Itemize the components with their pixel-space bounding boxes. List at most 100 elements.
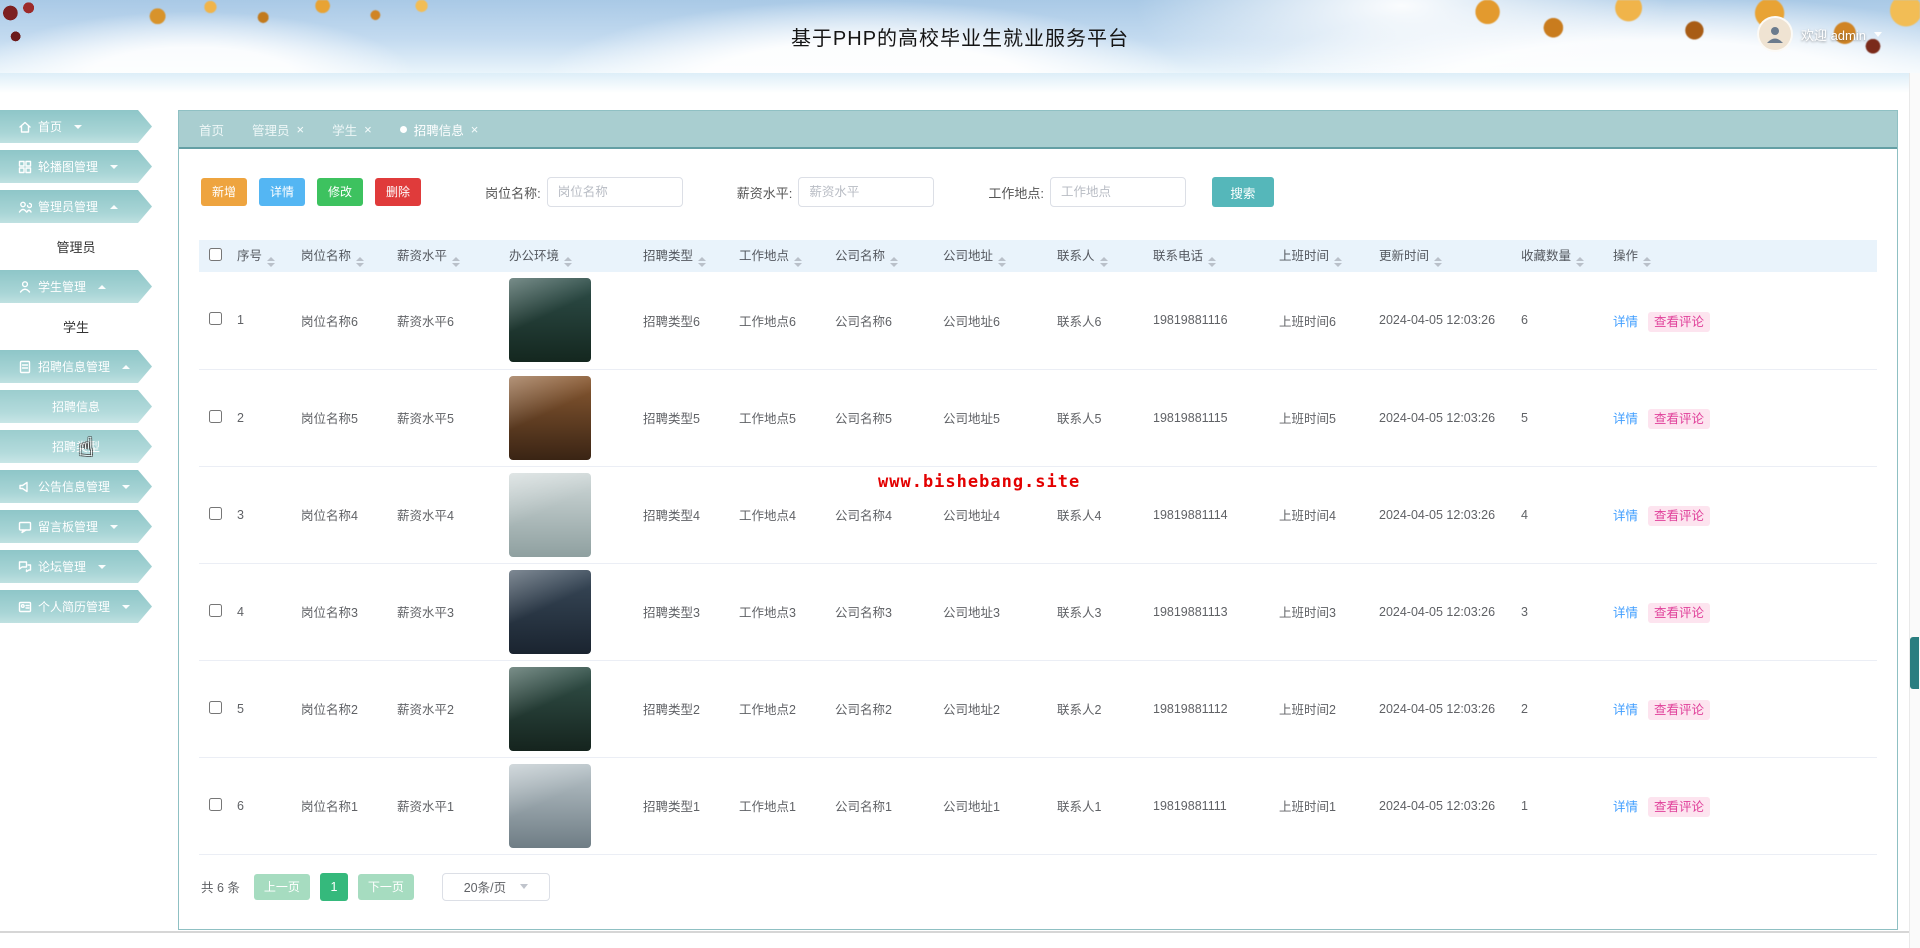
page-size-select[interactable]: 20条/页	[442, 873, 550, 901]
sidebar-subitem-job-info[interactable]: 招聘信息	[0, 390, 152, 423]
row-detail-link[interactable]: 详情	[1613, 509, 1638, 523]
select-all-checkbox[interactable]	[209, 248, 222, 261]
sort-icons[interactable]	[267, 257, 275, 267]
scrollbar-thumb[interactable]	[1910, 637, 1919, 689]
sidebar-item-carousel[interactable]: 轮播图管理	[0, 150, 152, 183]
office-photo	[509, 278, 591, 362]
sidebar-item-forum-mgmt[interactable]: 论坛管理	[0, 550, 152, 583]
tab-admin[interactable]: 管理员 ×	[252, 120, 304, 139]
sidebar-item-job-info-mgmt[interactable]: 招聘信息管理	[0, 350, 152, 383]
avatar[interactable]	[1757, 16, 1793, 52]
col-phone[interactable]: 联系电话	[1145, 240, 1271, 272]
sort-icons[interactable]	[698, 257, 706, 267]
search-button[interactable]: 搜索	[1212, 177, 1274, 207]
sidebar-item-admins[interactable]: 管理员管理	[0, 190, 152, 223]
sort-icons[interactable]	[1434, 257, 1442, 267]
chevron-down-icon	[98, 565, 106, 569]
row-comments-link[interactable]: 查看评论	[1648, 797, 1710, 817]
tab-student[interactable]: 学生 ×	[332, 120, 372, 139]
row-detail-link[interactable]: 详情	[1613, 412, 1638, 426]
edit-button[interactable]: 修改	[317, 178, 363, 206]
sidebar-item-resume-mgmt[interactable]: 个人简历管理	[0, 590, 152, 623]
row-checkbox[interactable]	[209, 798, 222, 811]
add-button[interactable]: 新增	[201, 178, 247, 206]
col-favorites[interactable]: 收藏数量	[1513, 240, 1605, 272]
close-icon[interactable]: ×	[471, 122, 479, 137]
col-index[interactable]: 序号	[229, 240, 293, 272]
detail-button[interactable]: 详情	[259, 178, 305, 206]
sort-icons[interactable]	[1334, 257, 1342, 267]
chevron-up-icon	[98, 285, 106, 289]
row-checkbox[interactable]	[209, 604, 222, 617]
cell-salary: 薪资水平3	[389, 563, 501, 660]
col-contact[interactable]: 联系人	[1049, 240, 1145, 272]
page-number-1[interactable]: 1	[320, 873, 348, 901]
salary-input[interactable]	[798, 177, 934, 207]
sidebar-subitem-admin[interactable]: 管理员	[0, 230, 152, 263]
col-actions[interactable]: 操作	[1605, 240, 1877, 272]
sort-icons[interactable]	[356, 257, 364, 267]
tab-job-info[interactable]: 招聘信息 ×	[400, 120, 479, 139]
row-detail-link[interactable]: 详情	[1613, 315, 1638, 329]
welcome-text: 欢迎 admin	[1801, 25, 1866, 44]
sidebar-item-label: 个人简历管理	[38, 598, 110, 615]
col-work-time[interactable]: 上班时间	[1271, 240, 1371, 272]
col-location[interactable]: 工作地点	[731, 240, 827, 272]
job-name-input[interactable]	[547, 177, 683, 207]
cell-address: 公司地址3	[935, 563, 1049, 660]
cell-phone: 19819881113	[1145, 563, 1271, 660]
row-checkbox[interactable]	[209, 410, 222, 423]
col-environment[interactable]: 办公环境	[501, 240, 635, 272]
sort-icons[interactable]	[1208, 257, 1216, 267]
col-job[interactable]: 岗位名称	[293, 240, 389, 272]
prev-page-button[interactable]: 上一页	[254, 874, 310, 900]
row-checkbox[interactable]	[209, 312, 222, 325]
location-input[interactable]	[1050, 177, 1186, 207]
col-salary[interactable]: 薪资水平	[389, 240, 501, 272]
sidebar-item-label: 公告信息管理	[38, 478, 110, 495]
sidebar-item-notice-mgmt[interactable]: 公告信息管理	[0, 470, 152, 503]
col-address[interactable]: 公司地址	[935, 240, 1049, 272]
next-page-button[interactable]: 下一页	[358, 874, 414, 900]
sort-icons[interactable]	[890, 257, 898, 267]
row-checkbox[interactable]	[209, 701, 222, 714]
row-comments-link[interactable]: 查看评论	[1648, 603, 1710, 623]
sort-icons[interactable]	[564, 257, 572, 267]
sort-icons[interactable]	[1643, 257, 1651, 267]
row-detail-link[interactable]: 详情	[1613, 606, 1638, 620]
col-type[interactable]: 招聘类型	[635, 240, 731, 272]
sidebar-item-message-board-mgmt[interactable]: 留言板管理	[0, 510, 152, 543]
close-icon[interactable]: ×	[364, 122, 372, 137]
sidebar-item-home[interactable]: 首页	[0, 110, 152, 143]
sidebar-subitem-student[interactable]: 学生	[0, 310, 152, 343]
scrollbar-track[interactable]	[1909, 73, 1920, 948]
sidebar-item-label: 论坛管理	[38, 558, 86, 575]
row-comments-link[interactable]: 查看评论	[1648, 409, 1710, 429]
row-comments-link[interactable]: 查看评论	[1648, 506, 1710, 526]
sort-icons[interactable]	[794, 257, 802, 267]
sort-icons[interactable]	[1576, 257, 1584, 267]
tab-home[interactable]: 首页	[199, 120, 224, 139]
user-menu[interactable]: 欢迎 admin	[1757, 16, 1882, 52]
sort-icons[interactable]	[1100, 257, 1108, 267]
row-checkbox[interactable]	[209, 507, 222, 520]
delete-button[interactable]: 删除	[375, 178, 421, 206]
col-company[interactable]: 公司名称	[827, 240, 935, 272]
sidebar-item-students[interactable]: 学生管理	[0, 270, 152, 303]
sidebar-item-label: 管理员	[56, 237, 95, 256]
sort-icons[interactable]	[452, 257, 460, 267]
cell-updated: 2024-04-05 12:03:26	[1371, 369, 1513, 466]
table-header-row: 序号 岗位名称 薪资水平 办公环境 招聘类型 工作地点 公司名称 公司地址 联系…	[199, 240, 1877, 272]
col-updated[interactable]: 更新时间	[1371, 240, 1513, 272]
row-comments-link[interactable]: 查看评论	[1648, 312, 1710, 332]
row-detail-link[interactable]: 详情	[1613, 800, 1638, 814]
search-group-salary: 薪资水平:	[737, 177, 935, 207]
row-detail-link[interactable]: 详情	[1613, 703, 1638, 717]
sort-icons[interactable]	[998, 257, 1006, 267]
sidebar-item-label: 学生	[63, 317, 89, 336]
close-icon[interactable]: ×	[297, 122, 305, 137]
sidebar-subitem-job-type[interactable]: 招聘类型	[0, 430, 152, 463]
cell-job: 岗位名称5	[293, 369, 389, 466]
row-comments-link[interactable]: 查看评论	[1648, 700, 1710, 720]
cell-favorites: 3	[1513, 563, 1605, 660]
